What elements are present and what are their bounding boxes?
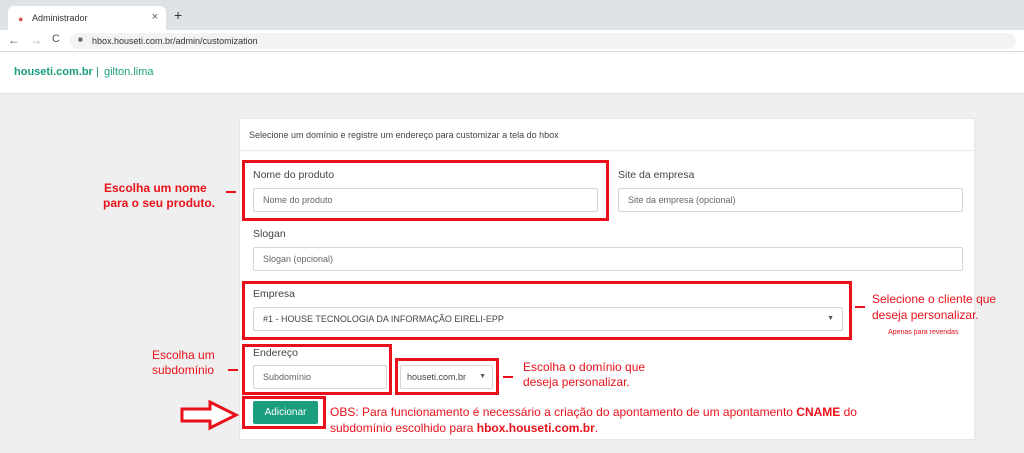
subdomain-connector	[228, 369, 238, 371]
obs-host: hbox.houseti.com.br	[476, 421, 595, 435]
app-header: houseti.com.br | gilton.lima	[0, 52, 1024, 94]
browser-tab-bar: ● Administrador × +	[0, 0, 1024, 30]
back-icon[interactable]: ←	[8, 33, 20, 47]
site-input[interactable]: Site da empresa (opcional)	[618, 188, 963, 212]
arrow-right-icon	[180, 399, 240, 431]
obs-text-1-end: do	[840, 405, 857, 419]
tab-title: Administrador	[32, 13, 88, 23]
product-connector	[226, 191, 236, 193]
header-separator: |	[96, 66, 99, 78]
product-note-2: para o seu produto.	[103, 196, 216, 210]
url-text: hbox.houseti.com.br/admin/customization	[92, 36, 258, 46]
product-highlight-box	[242, 160, 609, 221]
subdomain-note-2: subdomínio	[152, 363, 215, 377]
reload-icon[interactable]: C	[52, 33, 60, 45]
obs-text-1: OBS: Para funcionamento é necessário a c…	[330, 405, 797, 419]
domain-link[interactable]: houseti.com.br	[14, 66, 93, 78]
new-tab-icon[interactable]: +	[174, 7, 182, 23]
product-note-1: Escolha um nome	[104, 181, 207, 195]
user-link[interactable]: gilton.lima	[104, 66, 154, 78]
button-highlight-box	[242, 396, 326, 429]
domain-highlight-box	[395, 358, 499, 395]
obs-cname: CNAME	[796, 405, 841, 419]
client-note-1: Selecione o cliente que	[872, 292, 997, 306]
forward-icon[interactable]: →	[30, 33, 42, 47]
obs-text-2-end: .	[594, 421, 599, 435]
domain-connector	[503, 376, 513, 378]
close-tab-icon[interactable]: ×	[152, 11, 158, 23]
client-connector	[855, 306, 865, 308]
domain-note-2: deseja personalizar.	[523, 375, 630, 389]
subdomain-note-1: Escolha um	[152, 348, 215, 362]
address-highlight-box	[242, 344, 392, 395]
card-divider	[239, 150, 975, 151]
obs-text-2: subdomínio escolhido para	[330, 421, 477, 435]
domain-note-1: Escolha o domínio que	[523, 360, 646, 374]
site-label: Site da empresa	[618, 169, 695, 181]
client-note-2: deseja personalizar.	[872, 308, 979, 322]
address-bar-row: ← → C ■ hbox.houseti.com.br/admin/custom…	[0, 30, 1024, 52]
company-highlight-box	[242, 281, 852, 340]
obs-note-line-1: OBS: Para funcionamento é necessário a c…	[330, 405, 857, 419]
lock-icon: ■	[78, 35, 83, 44]
obs-note-line-2: subdomínio escolhido para hbox.houseti.c…	[330, 421, 598, 435]
slogan-label: Slogan	[253, 228, 286, 240]
slogan-input[interactable]: Slogan (opcional)	[253, 247, 963, 271]
browser-tab[interactable]: ● Administrador ×	[8, 6, 166, 30]
client-note-small: Apenas para revendas	[888, 329, 959, 336]
url-field[interactable]: ■ hbox.houseti.com.br/admin/customizatio…	[70, 33, 1016, 49]
card-title: Selecione um domínio e registre um ender…	[249, 130, 559, 140]
favicon-icon: ●	[18, 14, 24, 24]
